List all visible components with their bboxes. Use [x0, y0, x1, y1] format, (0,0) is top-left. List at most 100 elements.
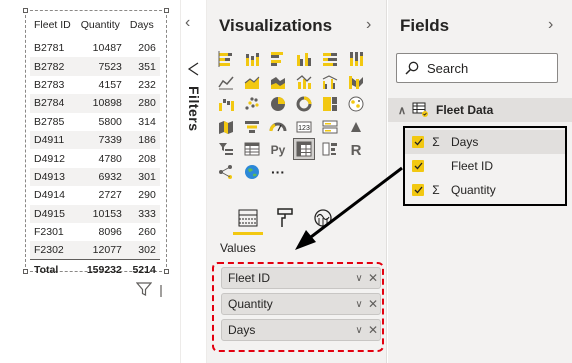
value-well-fleet-id[interactable]: Fleet ID ∨ ✕ [221, 267, 381, 289]
table-cell: 333 [125, 204, 160, 223]
table-row[interactable]: B2785 5800 314 [30, 113, 160, 131]
table-cell: 6932 [76, 167, 126, 187]
checkbox-checked[interactable] [412, 160, 424, 172]
filter-icon[interactable] [136, 281, 152, 297]
donut-chart-icon[interactable] [293, 93, 315, 115]
pie-chart-icon[interactable] [267, 93, 289, 115]
table-cell: B2781 [34, 42, 65, 55]
100-stacked-bar-chart-icon[interactable] [319, 48, 341, 70]
column-header[interactable]: Days [126, 17, 160, 39]
values-well-label: Values [220, 241, 256, 255]
value-well-quantity[interactable]: Quantity ∨ ✕ [221, 293, 381, 315]
close-icon[interactable]: ✕ [366, 297, 380, 311]
filter-funnel-icon[interactable] [186, 62, 200, 76]
well-label: Fleet ID [228, 271, 271, 285]
filters-label[interactable]: Filters [186, 86, 202, 132]
clustered-bar-chart-icon[interactable] [267, 48, 289, 70]
scatter-chart-icon[interactable] [241, 93, 263, 115]
python-visual-icon[interactable]: Py [267, 138, 289, 160]
chevron-up-icon[interactable]: ∧ [392, 104, 412, 117]
field-item-fleet-id[interactable]: Σ Fleet ID [405, 154, 565, 178]
checkbox-checked[interactable] [412, 136, 424, 148]
search-input[interactable] [427, 60, 547, 76]
chevron-right-icon[interactable]: › [548, 16, 553, 34]
chevron-down-icon[interactable]: ∨ [352, 273, 366, 284]
viz-pane-tabs [219, 205, 339, 235]
table-row[interactable]: F2302 12077 302 [30, 241, 160, 260]
table-visual[interactable]: Fleet ID Quantity Days B2781 10487 206 B278… [23, 8, 169, 280]
gauge-icon[interactable] [267, 116, 289, 138]
multi-row-card-icon[interactable] [319, 116, 341, 138]
column-header[interactable]: Fleet ID [30, 17, 77, 39]
table-cell: D4915 [30, 204, 77, 223]
table-row[interactable]: B2784 10898 280 [30, 94, 160, 113]
card-icon[interactable]: 123 [293, 116, 315, 138]
map-icon[interactable] [345, 93, 367, 115]
filled-map-icon[interactable] [215, 116, 237, 138]
r-visual-icon[interactable]: R [345, 138, 367, 160]
table-cell: D4912 [34, 152, 65, 165]
line-chart-icon[interactable] [215, 71, 237, 93]
table-row[interactable]: D4915 10153 333 [30, 204, 160, 223]
more-visuals-icon[interactable]: ··· [267, 161, 289, 183]
chevron-left-icon[interactable]: ‹ [185, 14, 190, 32]
waterfall-chart-icon[interactable] [215, 93, 237, 115]
field-name: Fleet ID [451, 159, 494, 173]
line-and-column-chart-icon[interactable] [293, 71, 315, 93]
paint-roller-icon[interactable] [273, 205, 297, 231]
table-total-row: Total 159232 5214 [30, 259, 160, 280]
resize-handle[interactable] [23, 8, 28, 13]
table-row[interactable]: D4913 6932 301 [30, 167, 160, 187]
field-item-quantity[interactable]: Σ Quantity [405, 178, 565, 202]
slicer-icon[interactable] [215, 138, 237, 160]
line-and-clustered-column-chart-icon[interactable] [319, 71, 341, 93]
filters-pane-collapsed[interactable] [180, 0, 207, 363]
fields-tab-icon[interactable] [236, 205, 260, 231]
ribbon-chart-icon[interactable] [345, 71, 367, 93]
kpi-icon[interactable] [345, 116, 367, 138]
matrix-icon[interactable] [293, 138, 315, 160]
area-chart-icon[interactable] [241, 71, 263, 93]
stacked-bar-chart-icon[interactable] [215, 48, 237, 70]
table-cell: 206 [138, 42, 156, 55]
checkbox-checked[interactable] [412, 184, 424, 196]
close-icon[interactable]: ✕ [366, 271, 380, 285]
table-icon [412, 102, 428, 117]
visual-options-edge[interactable] [160, 285, 166, 297]
field-table-fleet-data[interactable]: ∧ Fleet Data [388, 98, 572, 122]
chevron-down-icon[interactable]: ∨ [352, 325, 366, 336]
funnel-icon[interactable] [241, 116, 263, 138]
table-row[interactable]: B2782 7523 351 [30, 57, 160, 76]
table-row[interactable]: D4914 2727 290 [30, 186, 160, 204]
table-row[interactable]: B2783 4157 232 [30, 76, 160, 94]
sigma-icon: Σ [432, 135, 440, 149]
value-well-days[interactable]: Days ∨ ✕ [221, 319, 381, 341]
decomposition-tree-icon[interactable] [215, 161, 237, 183]
table-icon[interactable] [241, 138, 263, 160]
chevron-right-icon[interactable]: › [366, 16, 371, 34]
resize-handle[interactable] [23, 269, 28, 274]
fields-search[interactable] [396, 53, 558, 83]
resize-handle[interactable] [164, 269, 169, 274]
stacked-column-chart-icon[interactable] [241, 48, 263, 70]
close-icon[interactable]: ✕ [366, 323, 380, 337]
table-cell: D4911 [30, 130, 77, 150]
chevron-down-icon[interactable]: ∨ [352, 299, 366, 310]
100-stacked-column-chart-icon[interactable] [345, 48, 367, 70]
clustered-column-chart-icon[interactable] [293, 48, 315, 70]
table-row[interactable]: D4912 4780 208 [30, 149, 160, 167]
field-item-days[interactable]: Σ Days [405, 130, 565, 154]
report-canvas[interactable]: Fleet ID Quantity Days B2781 10487 206 B278… [0, 0, 180, 363]
table-cell: 232 [138, 78, 156, 91]
globe-icon[interactable] [241, 161, 263, 183]
table-row[interactable]: B2781 10487 206 [30, 39, 160, 57]
analytics-icon[interactable] [311, 205, 335, 231]
table-row[interactable]: F2301 8096 260 [30, 223, 160, 241]
stacked-area-chart-icon[interactable] [267, 71, 289, 93]
key-influencers-icon[interactable] [319, 138, 341, 160]
column-header[interactable]: Quantity [77, 17, 126, 39]
table-cell: F2301 [34, 226, 64, 239]
treemap-icon[interactable] [319, 93, 341, 115]
resize-handle[interactable] [164, 8, 169, 13]
table-row[interactable]: D4911 7339 186 [30, 130, 160, 150]
